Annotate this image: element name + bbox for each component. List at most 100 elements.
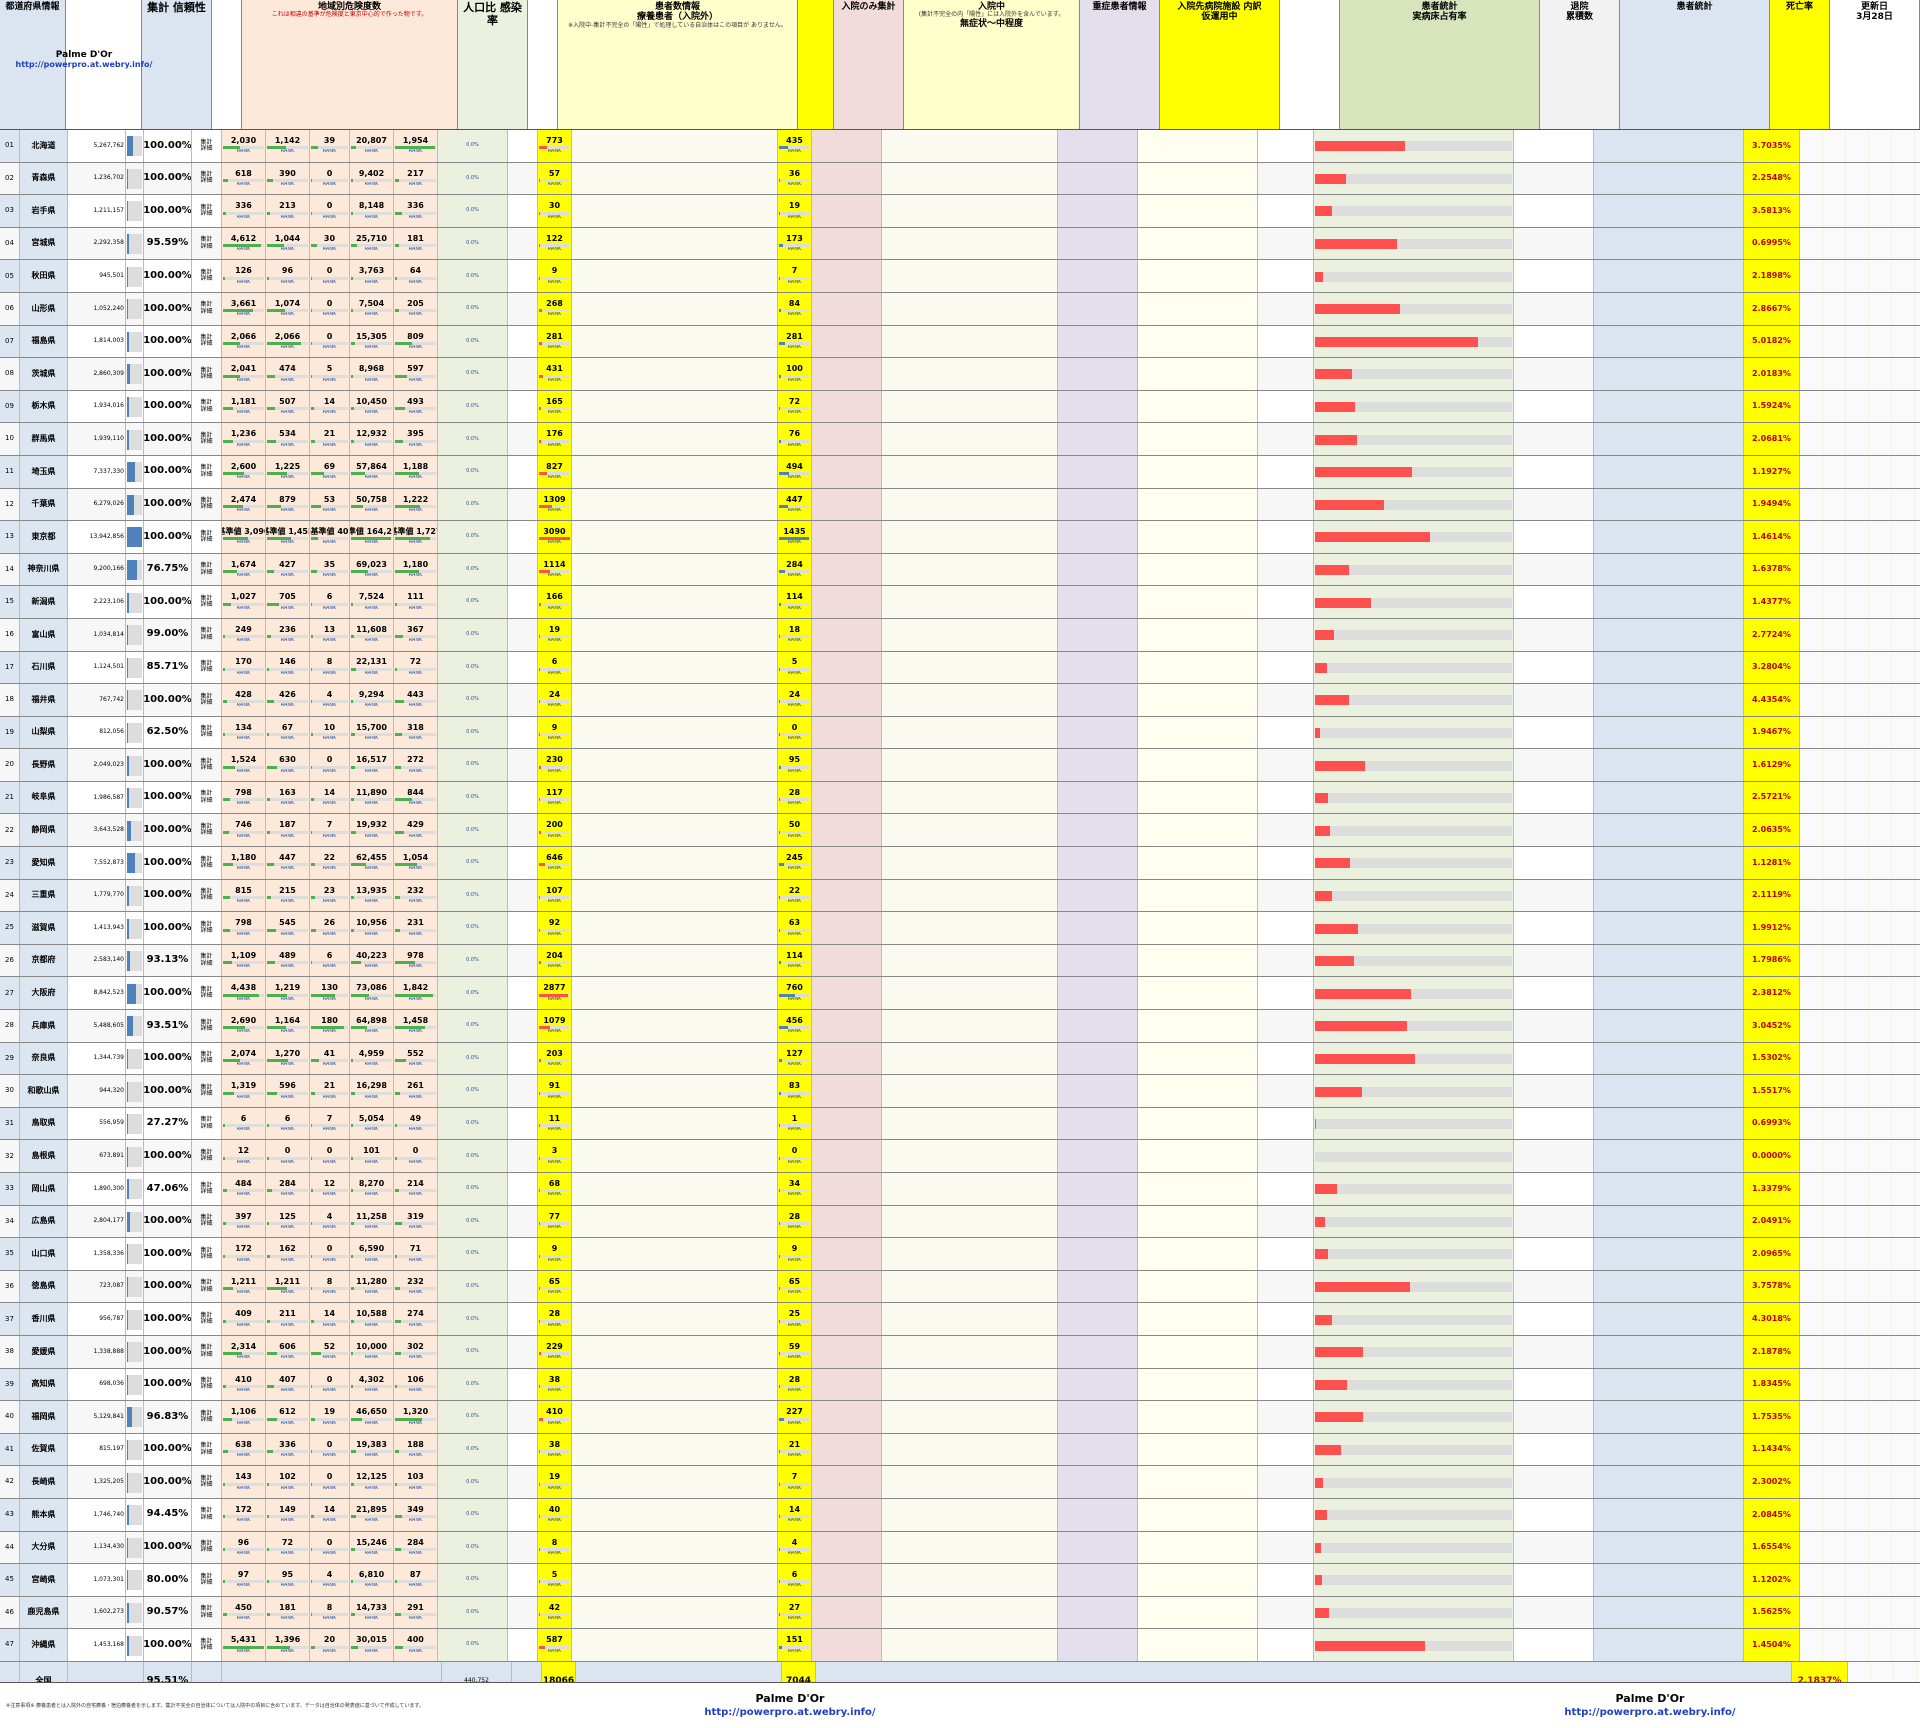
pref-code: 20: [0, 749, 20, 781]
table-row[interactable]: 15 新潟県 2,223,106 100.00% 集計 詳細 1,027 RANK 705 RAN…: [0, 586, 1920, 619]
hospitalized-count-bar: [779, 1515, 810, 1519]
per-capita-rate: 0.0%: [438, 423, 508, 455]
table-row[interactable]: 39 高知県 698,036 100.00% 集計 詳細 410 RANK 407 RANK 0 RA…: [0, 1368, 1920, 1402]
row-type-label: 集計 詳細: [192, 684, 222, 716]
row-filler: [1800, 651, 1920, 684]
current-positive-bar: [223, 1613, 264, 1617]
table-row[interactable]: 26 京都府 2,583,140 93.13% 集計 詳細 1,109 RANK 489 RANK…: [0, 944, 1920, 978]
severe-bar: [311, 1221, 348, 1225]
discharged: 3,763 RANK: [350, 260, 394, 292]
cumulative-small: [508, 130, 538, 162]
patient-stats: [1594, 292, 1744, 325]
table-row[interactable]: 22 静岡県 3,643,528 100.00% 集計 詳細 746 RANK 187 RANK 7…: [0, 814, 1920, 848]
table-row[interactable]: 40 福岡県 5,129,841 96.83% 集計 詳細 1,106 RANK 612 RANK…: [0, 1401, 1920, 1434]
severe-bar: [311, 570, 348, 574]
table-row[interactable]: 07 福島県 1,814,003 100.00% 集計 詳細 2,066 RANK 2,066 R…: [0, 325, 1920, 359]
table-row[interactable]: 04 宮城県 2,292,358 95.59% 集計 詳細 4,612 RANK 1,044 RA…: [0, 227, 1920, 261]
mild-breakdown: [882, 1466, 1058, 1498]
table-row[interactable]: 37 香川県 956,787 100.00% 集計 詳細 409 RANK 211 RANK 14 R…: [0, 1303, 1920, 1336]
population-bar-fill: [127, 592, 142, 613]
table-row[interactable]: 36 徳島県 723,087 100.00% 集計 詳細 1,211 RANK 1,211 RAN…: [0, 1270, 1920, 1304]
table-row[interactable]: 44 大分県 1,134,430 100.00% 集計 詳細 96 RANK 72 RANK 0 RA…: [0, 1531, 1920, 1565]
per-capita-rate: 0.0%: [438, 1075, 508, 1107]
table-row[interactable]: 25 滋賀県 1,413,943 100.00% 集計 詳細 798 RANK 545 RANK 2…: [0, 912, 1920, 945]
hospitalized-count-value: 7: [791, 266, 798, 276]
current-positive-rank-label: RANK: [236, 604, 251, 611]
brand-url-center[interactable]: http://powerpro.at.webry.info/: [704, 1707, 875, 1718]
detail-label: 詳細: [200, 1481, 213, 1489]
current-positive-bar: [223, 1287, 264, 1291]
patient-stats: [1594, 814, 1744, 847]
hospitalized-rank-label: RANK: [280, 1452, 295, 1459]
table-row[interactable]: 19 山梨県 812,056 62.50% 集計 詳細 134 RANK 67 RANK 10 RAN…: [0, 716, 1920, 750]
table-row[interactable]: 02 青森県 1,236,702 100.00% 集計 詳細 618 RANK 390 RANK 0…: [0, 162, 1920, 196]
patient-stats: [1594, 553, 1744, 586]
mild-breakdown: [882, 684, 1058, 716]
severe-breakdown: [1058, 814, 1138, 847]
brand-url-right[interactable]: http://powerpro.at.webry.info/: [1564, 1707, 1735, 1718]
table-row[interactable]: 31 鳥取県 556,959 27.27% 集計 詳細 6 RANK 6 RANK 7 RANK 5,0…: [0, 1107, 1920, 1141]
table-row[interactable]: 17 石川県 1,124,501 85.71% 集計 詳細 170 RANK 146 RANK 8 R…: [0, 651, 1920, 685]
table-row[interactable]: 01 北海道 5,267,762 100.00% 集計 詳細 2,030 RANK 1,142 R…: [0, 130, 1920, 163]
table-row[interactable]: 09 栃木県 1,934,016 100.00% 集計 詳細 1,181 RANK 507 RAN…: [0, 390, 1920, 424]
deaths-value: 49: [409, 1113, 422, 1123]
table-row[interactable]: 30 和歌山県 944,320 100.00% 集計 詳細 1,319 RANK 596 RANK…: [0, 1075, 1920, 1108]
table-row[interactable]: 21 岐阜県 1,986,587 100.00% 集計 詳細 798 RANK 163 RANK 1…: [0, 781, 1920, 815]
row-type-label: 集計 詳細: [192, 1368, 222, 1401]
discharged-rank-label: RANK: [364, 995, 379, 1002]
table-row[interactable]: 11 埼玉県 7,337,330 100.00% 集計 詳細 2,600 RANK 1,225 R…: [0, 455, 1920, 489]
table-row[interactable]: 45 宮崎県 1,073,301 80.00% 集計 詳細 97 RANK 95 RANK 4 RAN…: [0, 1564, 1920, 1597]
table-row[interactable]: 46 鹿児島県 1,602,273 90.57% 集計 詳細 450 RANK 181 RANK 8…: [0, 1596, 1920, 1630]
table-row[interactable]: 18 福井県 767,742 100.00% 集計 詳細 428 RANK 426 RANK 4 RA…: [0, 684, 1920, 717]
table-row[interactable]: 12 千葉県 6,279,026 100.00% 集計 詳細 2,474 RANK 879 RAN…: [0, 488, 1920, 522]
table-row[interactable]: 38 愛媛県 1,338,888 100.00% 集計 詳細 2,314 RANK 606 RAN…: [0, 1335, 1920, 1369]
recuperating-positive-bar: [539, 896, 570, 900]
hospitalized-rank-label: RANK: [280, 865, 295, 872]
table-row[interactable]: 41 佐賀県 815,197 100.00% 集計 詳細 638 RANK 336 RANK 0 RA…: [0, 1433, 1920, 1467]
table-row[interactable]: 06 山形県 1,052,240 100.00% 集計 詳細 3,661 RANK 1,074 R…: [0, 292, 1920, 326]
table-row[interactable]: 43 熊本県 1,746,740 94.45% 集計 詳細 172 RANK 149 RANK 14…: [0, 1498, 1920, 1532]
severe-value: 6: [326, 592, 333, 602]
table-row[interactable]: 05 秋田県 945,501 100.00% 集計 詳細 126 RANK 96 RANK 0 RAN…: [0, 260, 1920, 293]
table-row[interactable]: 42 長崎県 1,325,205 100.00% 集計 詳細 143 RANK 102 RANK 0…: [0, 1466, 1920, 1499]
table-row[interactable]: 28 兵庫県 5,488,605 93.51% 集計 詳細 2,690 RANK 1,164 RA…: [0, 1010, 1920, 1043]
table-row[interactable]: 03 岩手県 1,211,157 100.00% 集計 詳細 336 RANK 213 RANK 0…: [0, 195, 1920, 228]
population-bar-fill: [127, 918, 142, 939]
table-row[interactable]: 16 富山県 1,034,814 99.00% 集計 詳細 249 RANK 236 RANK 13…: [0, 618, 1920, 652]
hospitalized-count: 9 RANK: [778, 1238, 812, 1270]
hospitalized-rank-label: RANK: [280, 311, 295, 318]
table-row[interactable]: 29 奈良県 1,344,739 100.00% 集計 詳細 2,074 RANK 1,270 R…: [0, 1042, 1920, 1076]
table-row[interactable]: 20 長野県 2,049,023 100.00% 集計 詳細 1,524 RANK 630 RAN…: [0, 749, 1920, 782]
current-positive-rank-label: RANK: [236, 832, 251, 839]
facility-breakdown: [1138, 130, 1258, 162]
table-row[interactable]: 35 山口県 1,358,336 100.00% 集計 詳細 172 RANK 162 RANK 0…: [0, 1238, 1920, 1271]
severe-bar: [311, 1482, 348, 1486]
table-row[interactable]: 32 島根県 673,891 100.00% 集計 詳細 12 RANK 0 RANK 0 RANK 1…: [0, 1140, 1920, 1173]
table-row[interactable]: 33 岡山県 1,890,300 47.06% 集計 詳細 484 RANK 284 RANK 12…: [0, 1173, 1920, 1206]
current-positive-bar: [223, 765, 264, 769]
table-row[interactable]: 24 三重県 1,779,770 100.00% 集計 詳細 815 RANK 215 RANK 2…: [0, 879, 1920, 913]
severe-bar: [311, 1058, 348, 1062]
table-row[interactable]: 27 大阪府 8,842,523 100.00% 集計 詳細 4,438 RANK 1,219 R…: [0, 977, 1920, 1011]
table-row[interactable]: 23 愛知県 7,552,873 100.00% 集計 詳細 1,180 RANK 447 RAN…: [0, 847, 1920, 880]
table-row[interactable]: 34 広島県 2,804,177 100.00% 集計 詳細 397 RANK 125 RANK 4…: [0, 1205, 1920, 1239]
table-row[interactable]: 14 神奈川県 9,200,166 76.75% 集計 詳細 1,674 RANK 427 RAN…: [0, 553, 1920, 587]
detail-label: 詳細: [200, 438, 213, 446]
current-positive-value: 1,211: [230, 1276, 257, 1286]
hospitalized-count: 456 RANK: [778, 1010, 812, 1042]
stats-a: [1258, 1140, 1314, 1172]
deaths-rank-label: RANK: [408, 832, 423, 839]
hospitalized-rank-label: RANK: [280, 930, 295, 937]
severe: 0 RANK: [310, 1238, 350, 1270]
table-row[interactable]: 13東京都13,942,856100.00%集計詳細基準値 3,090RANK基…: [0, 521, 1920, 554]
brand-url-top[interactable]: http://powerpro.at.webry.info/: [4, 60, 164, 69]
table-row[interactable]: 08 茨城県 2,860,309 100.00% 集計 詳細 2,041 RANK 474 RAN…: [0, 358, 1920, 391]
deaths-bar: [395, 602, 436, 606]
hospitalized-bar: [267, 1156, 308, 1160]
table-row[interactable]: 10 群馬県 1,939,110 100.00% 集計 詳細 1,236 RANK 534 RAN…: [0, 423, 1920, 456]
hospitalized-count-rank-label: RANK: [787, 1615, 802, 1622]
severe-bar: [311, 1645, 348, 1649]
table-row[interactable]: 47 沖縄県 1,453,168 100.00% 集計 詳細 5,431 RANK 1,396 R…: [0, 1629, 1920, 1662]
severe: 39 RANK: [310, 130, 350, 162]
reliability-value: 96.83%: [144, 1401, 192, 1433]
